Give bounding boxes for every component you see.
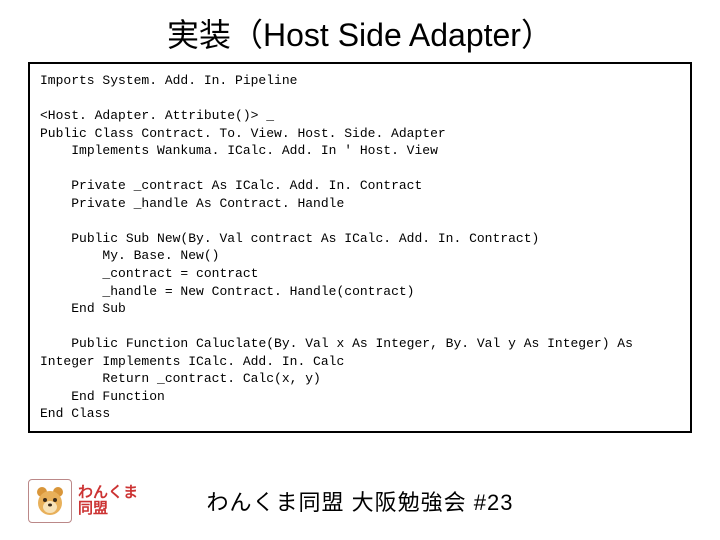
logo: わんくま 同盟 <box>28 479 138 523</box>
footer: わんくま 同盟 わんくま同盟 大阪勉強会 #23 <box>28 476 692 526</box>
bear-icon <box>28 479 72 523</box>
logo-line1: わんくま <box>78 485 138 502</box>
footer-text: わんくま同盟 大阪勉強会 #23 <box>207 485 514 517</box>
slide: 実装（Host Side Adapter） Imports System. Ad… <box>0 0 720 540</box>
code-block: Imports System. Add. In. Pipeline <Host.… <box>28 62 692 433</box>
logo-text: わんくま 同盟 <box>78 485 138 518</box>
slide-title: 実装（Host Side Adapter） <box>0 0 720 62</box>
logo-line2: 同盟 <box>78 501 138 518</box>
